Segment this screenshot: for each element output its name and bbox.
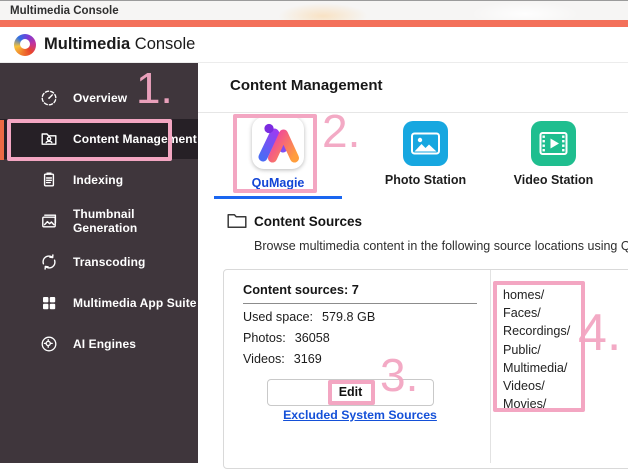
ai-chip-icon <box>40 335 58 353</box>
window-accent-bar <box>0 20 628 27</box>
section-title: Content Sources <box>254 214 362 229</box>
folder-item: Faces/ <box>503 304 570 322</box>
sidebar-item-overview[interactable]: Overview <box>0 78 198 118</box>
app-header: Multimedia Console <box>0 27 628 63</box>
sidebar-item-thumbnail-generation[interactable]: Thumbnail Generation <box>0 201 198 241</box>
active-tab-underline <box>214 196 342 199</box>
folder-item: Multimedia/ <box>503 359 570 377</box>
source-folder-list: homes/ Faces/ Recordings/ Public/ Multim… <box>503 286 570 413</box>
sidebar-nav: Overview Content Management Indexing <box>0 63 198 463</box>
tab-video-station[interactable]: Video Station <box>486 121 621 187</box>
panel-divider <box>490 270 491 463</box>
tab-label: Video Station <box>486 173 621 187</box>
stat-photos: Photos:36058 <box>243 331 330 345</box>
clipboard-icon <box>40 171 58 189</box>
sidebar-item-indexing[interactable]: Indexing <box>0 160 198 200</box>
gauge-icon <box>40 89 58 107</box>
folder-item: homes/ <box>503 286 570 304</box>
folder-item: Public/ <box>503 341 570 359</box>
photo-station-icon <box>403 121 448 166</box>
sidebar-item-content-management[interactable]: Content Management <box>0 119 198 159</box>
folder-user-icon <box>40 130 58 148</box>
transcode-arrows-icon <box>40 253 58 271</box>
tab-label: QuMagie <box>214 176 342 190</box>
multimedia-console-logo-icon <box>14 34 36 56</box>
edit-button[interactable]: Edit <box>267 379 434 406</box>
app-title: Multimedia Console <box>44 35 195 54</box>
stat-used-space: Used space:579.8 GB <box>243 310 375 324</box>
grid-icon <box>40 294 58 312</box>
stat-videos: Videos:3169 <box>243 352 322 366</box>
divider <box>198 112 628 113</box>
content-sources-section-header: Content Sources <box>227 213 362 229</box>
video-station-icon <box>531 121 576 166</box>
section-description: Browse multimedia content in the followi… <box>254 239 628 253</box>
tab-qumagie[interactable]: QuMagie <box>214 117 342 190</box>
sidebar-item-transcoding[interactable]: Transcoding <box>0 242 198 282</box>
sidebar-item-ai-engines[interactable]: AI Engines <box>0 324 198 364</box>
folder-item: Recordings/ <box>503 322 570 340</box>
photos-icon <box>40 212 58 230</box>
main-content: Content Management QuMagie <box>198 63 628 463</box>
sidebar-item-multimedia-app-suite[interactable]: Multimedia App Suite <box>0 283 198 323</box>
desktop-taskbar: Multimedia Console <box>0 0 628 20</box>
qumagie-icon <box>252 117 304 169</box>
tab-label: Photo Station <box>358 173 493 187</box>
excluded-system-sources-link[interactable]: Excluded System Sources <box>243 408 477 422</box>
selected-item-accent <box>0 120 4 160</box>
page-title: Content Management <box>230 77 383 94</box>
divider <box>243 303 477 304</box>
folder-item: Movies/ <box>503 395 570 413</box>
folder-icon <box>227 213 247 229</box>
window-title: Multimedia Console <box>10 1 119 21</box>
content-sources-count: Content sources: 7 <box>243 282 359 297</box>
tab-photo-station[interactable]: Photo Station <box>358 121 493 187</box>
folder-item: Videos/ <box>503 377 570 395</box>
